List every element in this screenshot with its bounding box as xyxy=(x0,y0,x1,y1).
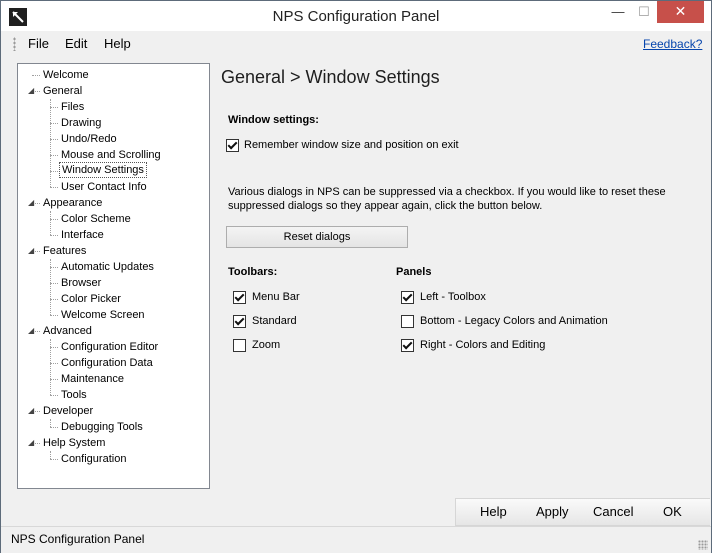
tree-item[interactable]: Welcome Screen xyxy=(61,307,145,323)
tree-item[interactable]: Appearance xyxy=(43,195,102,211)
tree-item[interactable]: Tools xyxy=(61,387,87,403)
toolbar-label: Standard xyxy=(252,315,297,327)
toolbars-label: Toolbars: xyxy=(228,266,278,278)
panel-checkbox[interactable] xyxy=(401,291,414,304)
remember-label: Remember window size and position on exi… xyxy=(244,139,459,151)
menu-bar: File Edit Help Feedback? xyxy=(1,32,711,56)
tree-item[interactable]: Undo/Redo xyxy=(61,131,117,147)
tree-connector xyxy=(50,363,58,364)
tree-connector xyxy=(50,267,58,268)
tree-connector xyxy=(50,187,58,188)
tree-item[interactable]: Configuration Data xyxy=(61,355,153,371)
menu-grip-icon[interactable] xyxy=(13,37,16,51)
tree-connector xyxy=(50,379,58,380)
tree-connector xyxy=(50,419,51,427)
minimize-icon[interactable]: — xyxy=(603,4,633,26)
menu-file[interactable]: File xyxy=(28,36,49,51)
tree-item[interactable]: Maintenance xyxy=(61,371,124,387)
expand-arrow-icon[interactable]: ◢ xyxy=(28,86,34,95)
page-title: General > Window Settings xyxy=(221,67,440,87)
tree-connector xyxy=(50,99,51,187)
tree-item[interactable]: Configuration xyxy=(61,451,126,467)
tree-connector xyxy=(32,75,40,76)
toolbar-label: Zoom xyxy=(252,339,281,351)
tree-connector xyxy=(50,315,58,316)
toolbar-label: Menu Bar xyxy=(252,291,300,303)
panels-label: Panels xyxy=(396,266,432,278)
tree-item[interactable]: Color Scheme xyxy=(61,211,131,227)
tree-connector xyxy=(50,347,58,348)
dialog-button-bar: Help Apply Cancel OK xyxy=(455,498,710,526)
tree-item[interactable]: Developer xyxy=(43,403,93,419)
info-text-line1: Various dialogs in NPS can be suppressed… xyxy=(228,186,666,198)
toolbar-checkbox[interactable] xyxy=(233,315,246,328)
expand-arrow-icon[interactable]: ◢ xyxy=(28,438,34,447)
menu-help[interactable]: Help xyxy=(104,36,131,51)
expand-arrow-icon[interactable]: ◢ xyxy=(28,198,34,207)
tree-connector xyxy=(50,427,58,428)
tree-item[interactable]: Configuration Editor xyxy=(61,339,158,355)
tree-item[interactable]: Features xyxy=(43,243,86,259)
cancel-button[interactable]: Cancel xyxy=(593,504,633,519)
tree-connector xyxy=(50,259,51,315)
toolbar-checkbox[interactable] xyxy=(233,339,246,352)
tree-connector xyxy=(50,235,58,236)
ok-button[interactable]: OK xyxy=(663,504,682,519)
feedback-link[interactable]: Feedback? xyxy=(643,37,702,51)
tree-item[interactable]: Window Settings xyxy=(59,162,147,178)
panel-label: Left - Toolbox xyxy=(420,291,486,303)
close-icon[interactable]: ✕ xyxy=(657,1,704,23)
tree-item[interactable]: User Contact Info xyxy=(61,179,147,195)
tree-connector xyxy=(50,139,58,140)
status-bar: NPS Configuration Panel xyxy=(1,526,711,553)
panel-label: Right - Colors and Editing xyxy=(420,339,546,351)
reset-dialogs-button[interactable]: Reset dialogs xyxy=(226,226,408,248)
tree-item[interactable]: Welcome xyxy=(43,67,89,83)
status-text: NPS Configuration Panel xyxy=(11,532,145,546)
title-bar[interactable]: NPS Configuration Panel — ☐ ✕ xyxy=(1,1,711,31)
tree-item[interactable]: Help System xyxy=(43,435,105,451)
help-button[interactable]: Help xyxy=(480,504,507,519)
app-window: NPS Configuration Panel — ☐ ✕ File Edit … xyxy=(0,0,712,553)
expand-arrow-icon[interactable]: ◢ xyxy=(28,326,34,335)
panel-checkbox[interactable] xyxy=(401,315,414,328)
tree-connector xyxy=(50,155,58,156)
toolbar-checkbox[interactable] xyxy=(233,291,246,304)
tree-item[interactable]: Debugging Tools xyxy=(61,419,143,435)
tree-connector xyxy=(50,283,58,284)
settings-tree[interactable]: Welcome General ◢ Files Drawing Undo/Redo Mous… xyxy=(17,63,210,489)
tree-item[interactable]: Drawing xyxy=(61,115,101,131)
tree-connector xyxy=(50,339,51,395)
tree-connector xyxy=(50,123,58,124)
menu-edit[interactable]: Edit xyxy=(65,36,87,51)
tree-item[interactable]: Advanced xyxy=(43,323,92,339)
remember-checkbox[interactable] xyxy=(226,139,239,152)
maximize-icon[interactable]: ☐ xyxy=(632,4,656,26)
tree-connector xyxy=(50,299,58,300)
panel-label: Bottom - Legacy Colors and Animation xyxy=(420,315,608,327)
tree-item[interactable]: Files xyxy=(61,99,84,115)
expand-arrow-icon[interactable]: ◢ xyxy=(28,406,34,415)
window-settings-label: Window settings: xyxy=(228,114,319,126)
expand-arrow-icon[interactable]: ◢ xyxy=(28,246,34,255)
tree-connector xyxy=(50,219,58,220)
tree-item[interactable]: General xyxy=(43,83,82,99)
apply-button[interactable]: Apply xyxy=(536,504,569,519)
info-text-line2: suppressed dialogs so they appear again,… xyxy=(228,200,543,212)
tree-item[interactable]: Mouse and Scrolling xyxy=(61,147,161,163)
tree-connector xyxy=(50,459,58,460)
tree-connector xyxy=(50,107,58,108)
tree-item[interactable]: Color Picker xyxy=(61,291,121,307)
resize-grip-icon[interactable] xyxy=(698,540,708,550)
tree-item[interactable]: Browser xyxy=(61,275,101,291)
panel-checkbox[interactable] xyxy=(401,339,414,352)
tree-item[interactable]: Interface xyxy=(61,227,104,243)
tree-item[interactable]: Automatic Updates xyxy=(61,259,154,275)
tree-connector xyxy=(50,451,51,459)
tree-connector xyxy=(50,211,51,235)
tree-connector xyxy=(50,395,58,396)
tree-connector xyxy=(50,171,58,172)
